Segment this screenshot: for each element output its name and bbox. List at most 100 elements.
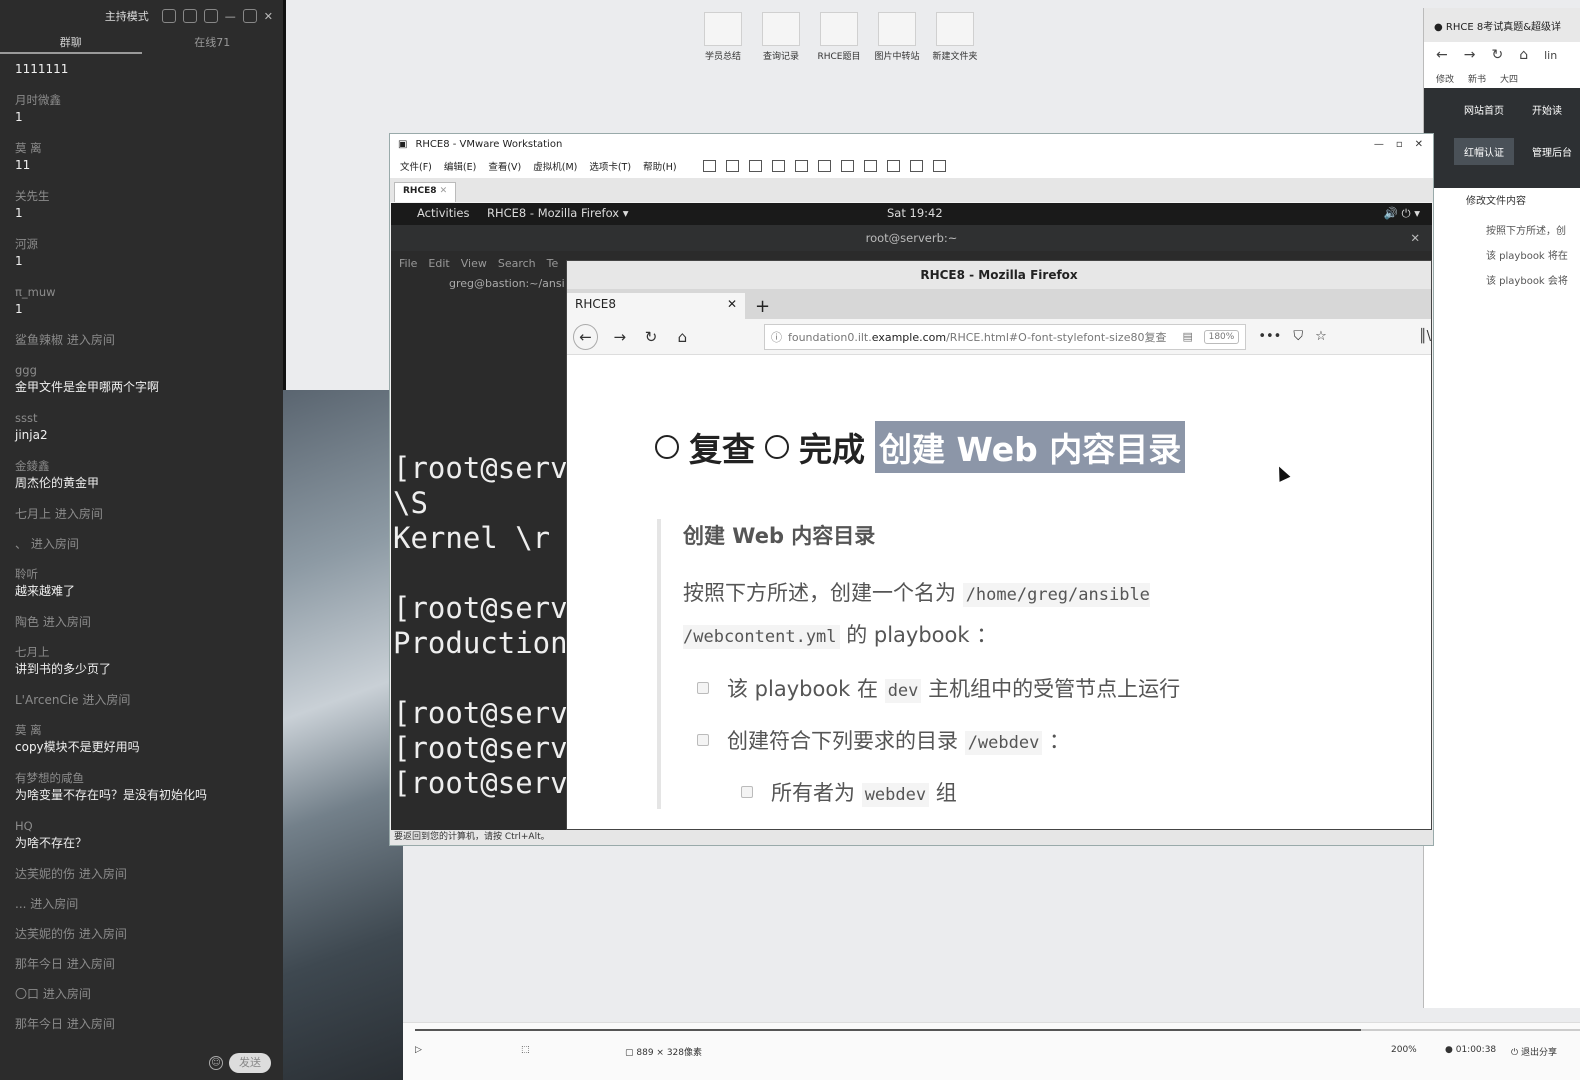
nav-start[interactable]: 开始读 [1532, 102, 1562, 117]
exit-share-button[interactable]: ⏻ 退出分享 [1511, 1045, 1557, 1058]
checkbox-icon[interactable] [697, 734, 709, 746]
checkbox-icon[interactable] [741, 786, 753, 798]
menu-search[interactable]: Search [498, 257, 536, 277]
pocket-icon[interactable]: ⛉ [1293, 329, 1303, 344]
nav-home[interactable]: 网站首页 [1464, 102, 1504, 117]
checkbox-circle-icon[interactable] [655, 435, 679, 459]
browser-nav: ← → ↻ ⌂ lin [1424, 42, 1580, 68]
close-icon[interactable]: ✕ [1415, 139, 1423, 150]
reload-icon[interactable]: ↻ [641, 328, 660, 346]
browser-tab[interactable]: ● RHCE 8考试真题&超级详 [1424, 8, 1580, 42]
pause-icon[interactable] [702, 160, 716, 172]
unity-icon[interactable] [886, 160, 900, 172]
chat-message: 河源 1 [15, 236, 268, 270]
menu-icon[interactable] [203, 9, 218, 23]
desktop-shortcut[interactable]: RHCE题目 [813, 12, 865, 62]
popout-icon[interactable] [182, 9, 197, 23]
checkbox-icon[interactable] [697, 682, 709, 694]
progress-track[interactable] [415, 1029, 1361, 1031]
nav-admin[interactable]: 管理后台 [1532, 144, 1572, 159]
menu-tabs[interactable]: 选项卡(T) [589, 159, 631, 173]
nav-redhat-cert[interactable]: 红帽认证 [1454, 138, 1514, 165]
sidebar-icon[interactable] [817, 160, 831, 172]
system-message: 鲨鱼辣椒 进入房间 [15, 333, 115, 347]
console-icon[interactable] [909, 160, 923, 172]
menu-view[interactable]: View [461, 257, 487, 277]
host-mode-label[interactable]: 主持模式 [105, 8, 149, 24]
desktop-shortcut[interactable]: 图片中转站 [871, 12, 923, 62]
menu-vm[interactable]: 虚拟机(M) [533, 159, 577, 173]
close-icon[interactable]: ✕ [727, 297, 737, 315]
activities-button[interactable]: Activities [417, 206, 469, 220]
menu-edit[interactable]: Edit [428, 257, 449, 277]
chat-panel: 主持模式 — ✕ 群聊 在线71 1111111 月时微鑫 1 莫 离 11 关先生 1 河源… [0, 0, 283, 1080]
menu-help[interactable]: 帮助(H) [643, 159, 677, 173]
new-tab-icon[interactable]: + [745, 296, 770, 319]
vm-tab-rhce8[interactable]: RHCE8 ✕ [394, 182, 457, 202]
library-icon[interactable]: ║\ [1419, 329, 1431, 344]
app-menu[interactable]: RHCE8 - Mozilla Firefox ▾ [487, 206, 628, 220]
zoom-indicator[interactable]: 180% [1203, 329, 1240, 344]
close-icon[interactable]: ✕ [440, 186, 448, 196]
menu-edit[interactable]: 编辑(E) [444, 159, 476, 173]
emoji-icon[interactable]: ☺ [209, 1056, 223, 1070]
home-icon[interactable]: ⌂ [1519, 47, 1528, 63]
bookmark-item[interactable]: 大四 [1500, 72, 1518, 85]
forward-icon[interactable]: → [610, 328, 629, 346]
shortcut-label: 查询记录 [762, 52, 799, 62]
desktop-shortcut[interactable]: 学员总结 [697, 12, 749, 62]
minimize-icon[interactable]: — [1374, 139, 1384, 150]
desktop-shortcut[interactable]: 新建文件夹 [929, 12, 981, 62]
system-menu[interactable]: 🔊 ⏻ ▾ [1384, 206, 1421, 221]
reader-view-icon[interactable]: ▤ [1182, 330, 1192, 343]
revert-icon[interactable] [771, 160, 785, 172]
menu-file[interactable]: 文件(F) [400, 159, 432, 173]
desktop-shortcut[interactable]: 查询记录 [755, 12, 807, 62]
manage-snapshot-icon[interactable] [794, 160, 808, 172]
bookmark-item[interactable]: 新书 [1468, 72, 1486, 85]
menu-terminal[interactable]: Te [547, 257, 559, 277]
checkbox-circle-icon[interactable] [765, 435, 789, 459]
close-icon[interactable]: ✕ [1410, 225, 1420, 251]
select-icon[interactable]: ⬚ [521, 1045, 530, 1055]
firefox-tab[interactable]: RHCE8 ✕ [567, 293, 745, 319]
forward-icon[interactable]: → [1464, 47, 1476, 63]
back-icon[interactable]: ← [573, 323, 599, 350]
thumbnail-icon[interactable] [840, 160, 854, 172]
system-message: 陶色 进入房间 [15, 615, 91, 629]
reload-icon[interactable]: ↻ [1491, 47, 1503, 63]
url-fragment[interactable]: lin [1544, 49, 1557, 62]
tab-group-chat[interactable]: 群聊 [0, 32, 142, 54]
chat-message: ssst jinja2 [15, 410, 268, 444]
page-actions-icon[interactable]: ••• [1258, 329, 1281, 344]
maximize-icon[interactable] [242, 9, 257, 23]
gnome-top-bar: Activities RHCE8 - Mozilla Firefox ▾ Sat… [391, 203, 1432, 225]
guest-screen[interactable]: Activities RHCE8 - Mozilla Firefox ▾ Sat… [391, 203, 1432, 830]
clock[interactable]: Sat 19:42 [887, 206, 943, 220]
send-keys-icon[interactable] [725, 160, 739, 172]
close-icon[interactable]: ✕ [264, 10, 273, 23]
bookmark-item[interactable]: 修改 [1436, 72, 1454, 85]
shortcut-icon [878, 12, 916, 46]
url-bar[interactable]: ⓘ foundation0.ilt.example.com/RHCE.html#… [763, 323, 1247, 350]
fullscreen-icon[interactable] [863, 160, 877, 172]
stretch-icon[interactable] [932, 160, 946, 172]
back-icon[interactable]: ← [1436, 47, 1448, 63]
pointer-icon[interactable]: ▷ [415, 1045, 422, 1055]
tab-online[interactable]: 在线71 [142, 32, 284, 54]
menu-view[interactable]: 查看(V) [488, 159, 521, 173]
page-heading: 复查 完成 创建 Web 内容目录 [655, 421, 1186, 473]
maximize-icon[interactable]: ▫ [1396, 139, 1403, 150]
item-text: 组 [935, 781, 957, 805]
send-button[interactable]: 发送 [229, 1053, 271, 1073]
settings-icon[interactable] [161, 9, 176, 23]
menu-file[interactable]: File [399, 257, 417, 277]
minimize-icon[interactable]: — [225, 10, 236, 23]
zoom-level[interactable]: 200% [1391, 1045, 1417, 1055]
home-icon[interactable]: ⌂ [673, 328, 692, 346]
terminal-line: \S [393, 486, 428, 520]
snapshot-icon[interactable] [748, 160, 762, 172]
message-text: 周杰伦的黄金甲 [15, 476, 100, 490]
info-icon[interactable]: ⓘ [771, 329, 782, 345]
bookmark-star-icon[interactable]: ☆ [1315, 329, 1327, 344]
